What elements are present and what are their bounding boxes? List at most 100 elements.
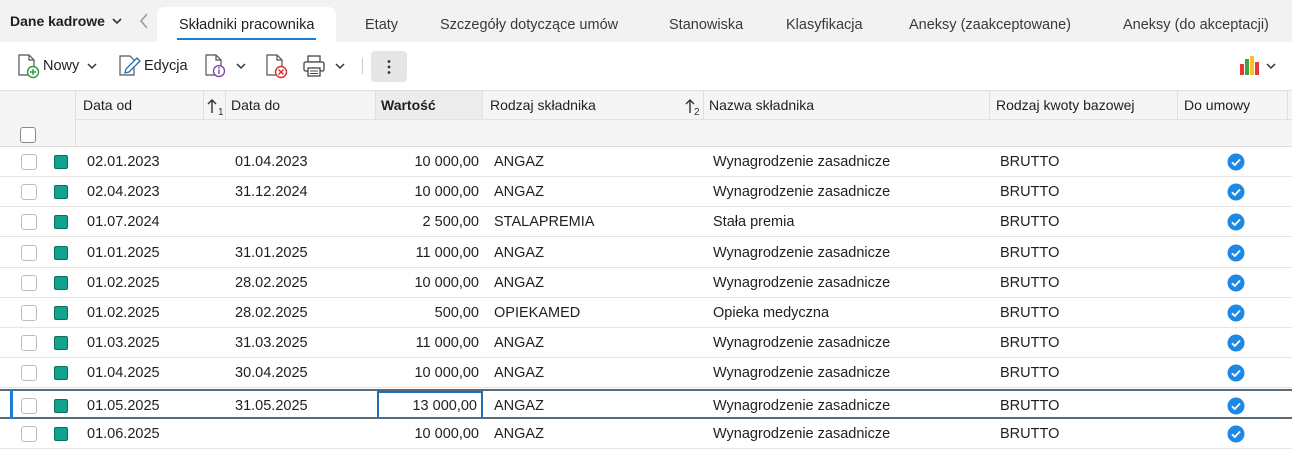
tab-etaty[interactable]: Etaty — [365, 7, 398, 42]
row-checkbox[interactable] — [21, 214, 37, 231]
cell-nazwa-skladnika[interactable]: Stała premia — [713, 207, 794, 237]
column-header-data-od[interactable]: Data od — [83, 91, 203, 119]
column-header-do-umowy[interactable]: Do umowy — [1184, 91, 1284, 119]
table-row[interactable]: 01.01.2025 31.01.2025 11 000,00 ANGAZ Wynagr… — [0, 237, 1292, 268]
cell-data-do[interactable]: 30.04.2025 — [235, 358, 308, 388]
cell-nazwa-skladnika[interactable]: Wynagrodzenie zasadnicze — [713, 238, 890, 268]
cell-wartosc[interactable]: 2 500,00 — [377, 207, 483, 237]
cell-nazwa-skladnika[interactable]: Wynagrodzenie zasadnicze — [713, 391, 890, 421]
cell-rodzaj-kwoty-bazowej[interactable]: BRUTTO — [1000, 419, 1059, 449]
cell-nazwa-skladnika[interactable]: Wynagrodzenie zasadnicze — [713, 268, 890, 298]
cell-rodzaj-kwoty-bazowej[interactable]: BRUTTO — [1000, 207, 1059, 237]
tab-szczegoly-umow[interactable]: Szczegóły dotyczące umów — [440, 7, 618, 42]
chevron-down-icon[interactable] — [236, 61, 246, 71]
cell-data-do[interactable]: 01.04.2023 — [235, 147, 308, 177]
cell-rodzaj-kwoty-bazowej[interactable]: BRUTTO — [1000, 238, 1059, 268]
row-checkbox[interactable] — [21, 365, 37, 382]
column-header-rodzaj-skladnika[interactable]: Rodzaj składnika — [490, 91, 680, 119]
cell-rodzaj-kwoty-bazowej[interactable]: BRUTTO — [1000, 147, 1059, 177]
column-header-nazwa-skladnika[interactable]: Nazwa składnika — [709, 91, 989, 119]
cell-rodzaj-kwoty-bazowej[interactable]: BRUTTO — [1000, 328, 1059, 358]
cell-rodzaj-kwoty-bazowej[interactable]: BRUTTO — [1000, 391, 1059, 421]
table-row[interactable]: 01.02.2025 28.02.2025 10 000,00 ANGAZ Wynagr… — [0, 267, 1292, 298]
module-dropdown[interactable]: Dane kadrowe — [10, 0, 123, 42]
tab-klasyfikacja[interactable]: Klasyfikacja — [786, 7, 863, 42]
chevron-down-icon[interactable] — [1266, 61, 1276, 71]
cell-wartosc[interactable]: 10 000,00 — [377, 147, 483, 177]
cell-data-od[interactable]: 01.05.2025 — [87, 391, 160, 421]
cell-data-do[interactable]: 28.02.2025 — [235, 298, 308, 328]
cell-nazwa-skladnika[interactable]: Wynagrodzenie zasadnicze — [713, 419, 890, 449]
cell-data-od[interactable]: 01.02.2025 — [87, 268, 160, 298]
table-row[interactable]: 01.04.2025 30.04.2025 10 000,00 ANGAZ Wynagr… — [0, 358, 1292, 389]
cell-wartosc[interactable]: 500,00 — [377, 298, 483, 328]
cell-nazwa-skladnika[interactable]: Wynagrodzenie zasadnicze — [713, 177, 890, 207]
chevron-down-icon[interactable] — [87, 61, 97, 71]
cell-rodzaj-skladnika[interactable]: ANGAZ — [494, 391, 544, 421]
new-button[interactable]: Nowy — [15, 52, 97, 80]
cell-rodzaj-kwoty-bazowej[interactable]: BRUTTO — [1000, 298, 1059, 328]
cell-rodzaj-skladnika[interactable]: ANGAZ — [494, 328, 544, 358]
column-header-rodzaj-kwoty-bazowej[interactable]: Rodzaj kwoty bazowej — [996, 91, 1176, 119]
cell-wartosc[interactable]: 10 000,00 — [377, 268, 483, 298]
tab-stanowiska[interactable]: Stanowiska — [669, 7, 743, 42]
chevron-left-icon[interactable] — [137, 12, 151, 30]
cell-data-od[interactable]: 02.04.2023 — [87, 177, 160, 207]
cell-rodzaj-skladnika[interactable]: ANGAZ — [494, 177, 544, 207]
cell-data-do[interactable]: 31.01.2025 — [235, 238, 308, 268]
cell-rodzaj-skladnika[interactable]: ANGAZ — [494, 238, 544, 268]
delete-button[interactable] — [263, 52, 289, 80]
tab-aneksy-zaakceptowane[interactable]: Aneksy (zaakceptowane) — [909, 7, 1071, 42]
table-row[interactable]: 01.03.2025 31.03.2025 11 000,00 ANGAZ Wynagr… — [0, 328, 1292, 359]
cell-wartosc[interactable]: 11 000,00 — [377, 238, 483, 268]
row-checkbox[interactable] — [21, 274, 37, 291]
cell-wartosc[interactable]: 10 000,00 — [377, 177, 483, 207]
table-row[interactable]: 01.02.2025 28.02.2025 500,00 OPIEKAMED Opiek… — [0, 298, 1292, 328]
cell-rodzaj-kwoty-bazowej[interactable]: BRUTTO — [1000, 268, 1059, 298]
table-row[interactable]: 01.06.2025 10 000,00 ANGAZ Wynagrodzenie za… — [0, 418, 1292, 449]
row-checkbox[interactable] — [21, 305, 37, 321]
cell-rodzaj-kwoty-bazowej[interactable]: BRUTTO — [1000, 358, 1059, 388]
cell-data-od[interactable]: 01.03.2025 — [87, 328, 160, 358]
cell-data-do[interactable]: 31.05.2025 — [235, 391, 308, 421]
more-options-button[interactable] — [371, 51, 407, 82]
cell-nazwa-skladnika[interactable]: Wynagrodzenie zasadnicze — [713, 147, 890, 177]
cell-rodzaj-skladnika[interactable]: ANGAZ — [494, 419, 544, 449]
cell-data-do[interactable]: 31.03.2025 — [235, 328, 308, 358]
column-header-wartosc[interactable]: Wartość — [376, 91, 482, 119]
cell-data-do[interactable]: 31.12.2024 — [235, 177, 308, 207]
cell-nazwa-skladnika[interactable]: Wynagrodzenie zasadnicze — [713, 358, 890, 388]
table-row[interactable]: 02.04.2023 31.12.2024 10 000,00 ANGAZ Wynagr… — [0, 177, 1292, 208]
row-checkbox[interactable] — [21, 335, 37, 352]
chevron-down-icon[interactable] — [335, 61, 345, 71]
print-button[interactable] — [301, 52, 345, 80]
cell-data-od[interactable]: 01.04.2025 — [87, 358, 160, 388]
select-all-checkbox[interactable] — [20, 127, 36, 143]
row-checkbox[interactable] — [21, 184, 37, 201]
cell-wartosc[interactable]: 11 000,00 — [377, 328, 483, 358]
edit-button[interactable]: Edycja — [116, 52, 188, 80]
cell-rodzaj-skladnika[interactable]: ANGAZ — [494, 358, 544, 388]
table-row[interactable]: 01.05.2025 31.05.2025 13 000,00 ANGAZ Wynagr… — [0, 388, 1292, 421]
cell-data-od[interactable]: 01.02.2025 — [87, 298, 160, 328]
table-row[interactable]: 02.01.2023 01.04.2023 10 000,00 ANGAZ Wynagr… — [0, 147, 1292, 177]
cell-data-od[interactable]: 01.01.2025 — [87, 238, 160, 268]
cell-rodzaj-kwoty-bazowej[interactable]: BRUTTO — [1000, 177, 1059, 207]
row-checkbox[interactable] — [21, 244, 37, 261]
cell-wartosc[interactable]: 13 000,00 — [377, 390, 483, 421]
info-button[interactable] — [202, 52, 246, 80]
cell-nazwa-skladnika[interactable]: Opieka medyczna — [713, 298, 829, 328]
cell-rodzaj-skladnika[interactable]: ANGAZ — [494, 147, 544, 177]
cell-rodzaj-skladnika[interactable]: OPIEKAMED — [494, 298, 580, 328]
cell-data-do[interactable]: 28.02.2025 — [235, 268, 308, 298]
cell-wartosc[interactable]: 10 000,00 — [377, 419, 483, 449]
cell-data-od[interactable]: 01.06.2025 — [87, 419, 160, 449]
row-checkbox[interactable] — [21, 397, 37, 414]
cell-rodzaj-skladnika[interactable]: STALAPREMIA — [494, 207, 594, 237]
cell-wartosc[interactable]: 10 000,00 — [377, 358, 483, 388]
table-row[interactable]: 01.07.2024 2 500,00 STALAPREMIA Stała premi… — [0, 207, 1292, 238]
cell-rodzaj-skladnika[interactable]: ANGAZ — [494, 268, 544, 298]
chart-button[interactable] — [1238, 52, 1276, 80]
cell-data-od[interactable]: 02.01.2023 — [87, 147, 160, 177]
row-checkbox[interactable] — [21, 425, 37, 442]
